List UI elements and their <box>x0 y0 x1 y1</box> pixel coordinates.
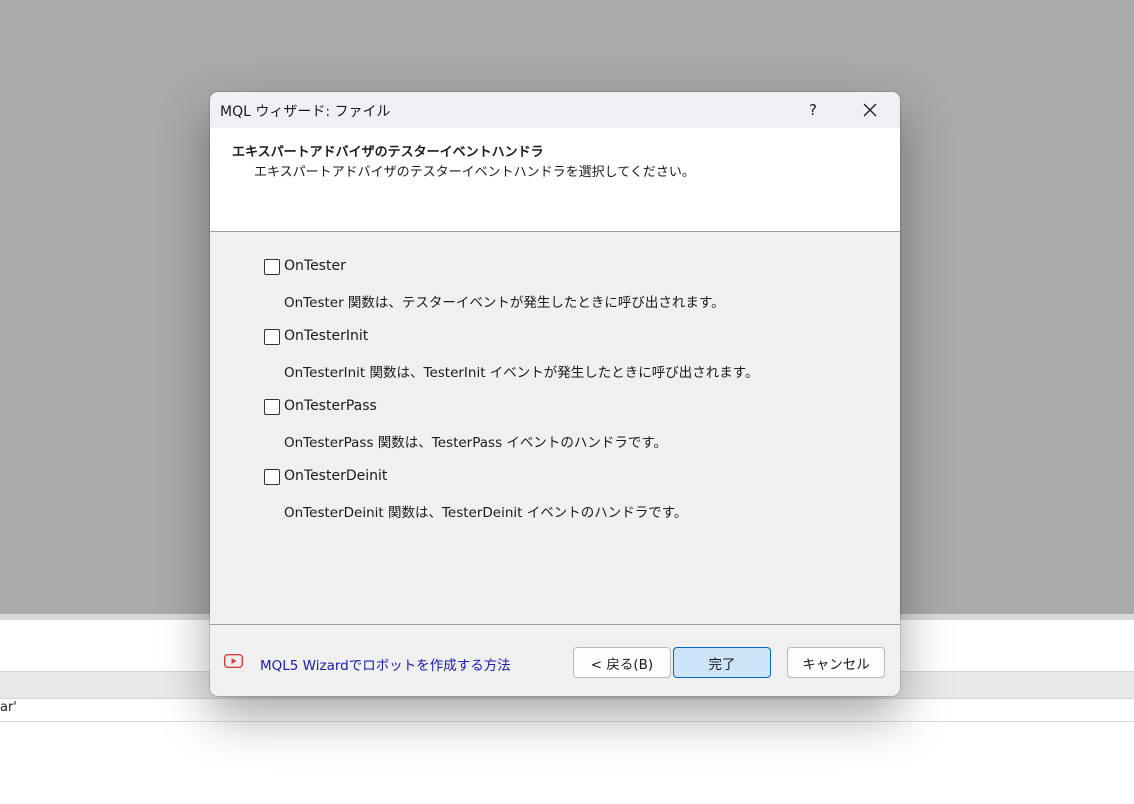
ontesterpass-description: OnTesterPass 関数は、TesterPass イベントのハンドラです。 <box>284 435 668 451</box>
help-button[interactable]: ? <box>798 92 828 128</box>
ontesterdeinit-description: OnTesterDeinit 関数は、TesterDeinit イベントのハンド… <box>284 505 688 521</box>
wizard-dialog: MQL ウィザード: ファイル ? エキスパートアドバイザのテスターイベントハン… <box>210 92 900 696</box>
background-row-text: ar' <box>0 700 17 715</box>
ontesterdeinit-label[interactable]: OnTesterDeinit <box>284 468 387 484</box>
close-button[interactable] <box>850 92 890 128</box>
ontesterinit-label[interactable]: OnTesterInit <box>284 328 368 344</box>
wizard-header: エキスパートアドバイザのテスターイベントハンドラ エキスパートアドバイザのテスタ… <box>210 128 900 232</box>
background-row-divider <box>0 721 1134 722</box>
ontesterpass-label[interactable]: OnTesterPass <box>284 398 377 414</box>
back-button[interactable]: < 戻る(B) <box>573 647 671 678</box>
close-icon <box>863 103 877 117</box>
youtube-icon[interactable] <box>224 654 243 668</box>
tutorial-link[interactable]: MQL5 Wizardでロボットを作成する方法 <box>260 654 511 674</box>
ontesterdeinit-checkbox[interactable] <box>264 469 280 485</box>
title-bar[interactable]: MQL ウィザード: ファイル ? <box>210 92 900 128</box>
ontester-checkbox[interactable] <box>264 259 280 275</box>
ontesterpass-checkbox[interactable] <box>264 399 280 415</box>
finish-button[interactable]: 完了 <box>673 647 771 678</box>
ontester-label[interactable]: OnTester <box>284 258 346 274</box>
ontesterinit-checkbox[interactable] <box>264 329 280 345</box>
ontester-description: OnTester 関数は、テスターイベントが発生したときに呼び出されます。 <box>284 295 725 311</box>
header-subtitle: エキスパートアドバイザのテスターイベントハンドラを選択してください。 <box>254 165 695 180</box>
dialog-title: MQL ウィザード: ファイル <box>220 104 391 120</box>
footer-divider <box>210 624 900 625</box>
cancel-button[interactable]: キャンセル <box>787 647 885 678</box>
ontesterinit-description: OnTesterInit 関数は、TesterInit イベントが発生したときに… <box>284 365 759 381</box>
header-title: エキスパートアドバイザのテスターイベントハンドラ <box>232 145 544 160</box>
